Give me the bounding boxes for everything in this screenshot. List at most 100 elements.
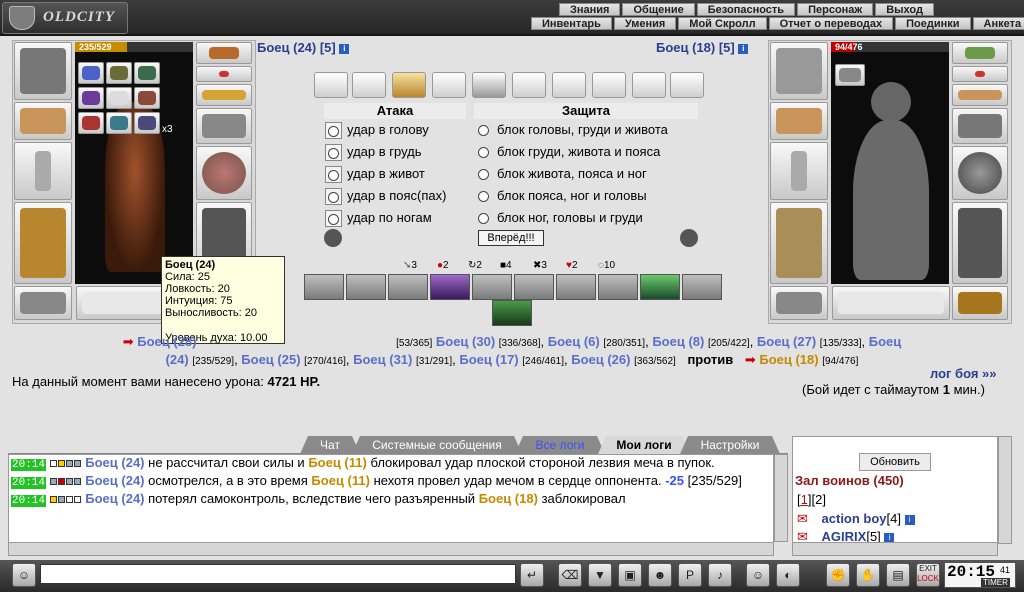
sound-icon[interactable]: ♪ bbox=[708, 563, 732, 587]
participant[interactable]: (24) bbox=[166, 352, 189, 367]
menu-inventory[interactable]: Инвентарь bbox=[531, 17, 612, 30]
gloves-slot[interactable] bbox=[196, 108, 252, 144]
room-vertical-scrollbar[interactable] bbox=[998, 436, 1012, 544]
gear-icon[interactable] bbox=[324, 229, 342, 247]
attack-chest[interactable]: удар в грудь bbox=[325, 142, 422, 162]
scroll-item[interactable] bbox=[134, 62, 160, 84]
skill-button[interactable] bbox=[556, 274, 596, 300]
fist-icon[interactable]: ✊ bbox=[826, 563, 850, 587]
belt-slot[interactable] bbox=[14, 286, 72, 320]
scroll-slot[interactable] bbox=[552, 72, 586, 98]
helmet-icon[interactable]: ◐ bbox=[776, 563, 800, 587]
potion-item[interactable] bbox=[78, 87, 104, 109]
enemy-title[interactable]: Боец (18) [5] i bbox=[656, 40, 749, 55]
attack-waist[interactable]: удар в пояс(пах) bbox=[325, 186, 446, 206]
menu-security[interactable]: Безопасность bbox=[696, 3, 796, 16]
menu-communication[interactable]: Общение bbox=[622, 3, 695, 16]
skill-button[interactable] bbox=[598, 274, 638, 300]
participant[interactable]: Боец (30) bbox=[436, 334, 495, 349]
enemy-shield-slot[interactable] bbox=[952, 146, 1008, 200]
menu-fights[interactable]: Поединки bbox=[895, 17, 971, 30]
menu-skills[interactable]: Умения bbox=[613, 17, 677, 30]
attack-belly[interactable]: удар в живот bbox=[325, 164, 425, 184]
exit-icon[interactable]: EXIT LOCK bbox=[916, 563, 940, 587]
selected-item[interactable] bbox=[106, 87, 132, 109]
scroll-slot[interactable] bbox=[314, 72, 348, 98]
block-waist-legs-head[interactable]: блок пояса, ног и головы bbox=[478, 186, 647, 206]
log-vertical-scrollbar[interactable] bbox=[774, 454, 788, 542]
enemy-weapon-slot[interactable] bbox=[770, 142, 828, 200]
menu-transfer-report[interactable]: Отчет о переводах bbox=[768, 17, 894, 30]
participant[interactable]: Боец (17) bbox=[459, 352, 518, 367]
skill-button[interactable] bbox=[640, 274, 680, 300]
game-logo[interactable]: OLDCITY bbox=[2, 2, 128, 34]
skill-button[interactable] bbox=[682, 274, 722, 300]
menu-character[interactable]: Персонаж bbox=[797, 3, 874, 16]
tab-system-messages[interactable]: Системные сообщения bbox=[352, 436, 522, 454]
participant[interactable]: Боец (25) bbox=[241, 352, 300, 367]
potion-item[interactable] bbox=[78, 62, 104, 84]
participant[interactable]: Боец (27) bbox=[757, 334, 816, 349]
scroll-slot[interactable] bbox=[512, 72, 546, 98]
menu-knowledge[interactable]: Знания bbox=[559, 3, 621, 16]
emoji-icon[interactable]: ☺ bbox=[746, 563, 770, 587]
participant[interactable]: Боец (8) bbox=[652, 334, 704, 349]
room-horizontal-scrollbar[interactable] bbox=[792, 542, 998, 556]
participant[interactable]: Боец bbox=[869, 334, 902, 349]
scroll-item[interactable] bbox=[134, 87, 160, 109]
weapon-slot[interactable] bbox=[14, 142, 72, 200]
attack-head[interactable]: удар в голову bbox=[325, 120, 429, 140]
save-icon[interactable]: ▣ bbox=[618, 563, 642, 587]
forward-button[interactable]: Вперёд!!! bbox=[478, 230, 544, 246]
scroll-slot[interactable] bbox=[352, 72, 386, 98]
scroll-slot-active[interactable] bbox=[392, 72, 426, 98]
info-icon[interactable]: i bbox=[339, 43, 350, 54]
scroll-slot[interactable] bbox=[632, 72, 666, 98]
smiley-head-icon[interactable]: ☺ bbox=[12, 563, 36, 587]
gloves-icon[interactable]: ✋ bbox=[856, 563, 880, 587]
refresh-button[interactable]: Обновить bbox=[859, 453, 931, 471]
tab-my-logs[interactable]: Мои логи bbox=[598, 436, 690, 454]
skill-button[interactable] bbox=[472, 274, 512, 300]
amulet-slot[interactable] bbox=[196, 42, 252, 64]
scroll-item[interactable] bbox=[106, 62, 132, 84]
shield-slot[interactable] bbox=[196, 146, 252, 200]
ring-slots[interactable] bbox=[196, 84, 252, 106]
attack-legs[interactable]: удар по ногам bbox=[325, 208, 432, 228]
eye-scroll-slot[interactable] bbox=[472, 72, 506, 98]
menu-my-scroll[interactable]: Мой Скролл bbox=[678, 17, 767, 30]
enemy-amulet-slot[interactable] bbox=[952, 42, 1008, 64]
participant[interactable]: Боец (31) bbox=[353, 352, 412, 367]
room-user[interactable]: ✉ action boy[4] i bbox=[797, 511, 915, 527]
menu-profile[interactable]: Анкета bbox=[972, 17, 1024, 30]
participant[interactable]: Боец (6) bbox=[548, 334, 600, 349]
player-title[interactable]: Боец (24) [5] i bbox=[257, 40, 350, 55]
filter-icon[interactable]: ▼ bbox=[588, 563, 612, 587]
skill-button[interactable] bbox=[430, 274, 470, 300]
block-legs-head-chest[interactable]: блок ног, головы и груди bbox=[478, 208, 643, 228]
enemy-scroll-item[interactable] bbox=[835, 64, 865, 86]
skill-button[interactable] bbox=[514, 274, 554, 300]
helmet-slot[interactable] bbox=[14, 42, 72, 100]
skill-button[interactable] bbox=[346, 274, 386, 300]
tab-settings[interactable]: Настройки bbox=[680, 436, 780, 454]
block-chest-belly-waist[interactable]: блок груди, живота и пояса bbox=[478, 142, 660, 162]
tab-chat[interactable]: Чат bbox=[300, 436, 360, 454]
tab-all-logs[interactable]: Все логи bbox=[515, 436, 605, 454]
scroll-item[interactable] bbox=[134, 112, 160, 134]
scroll-item[interactable] bbox=[106, 112, 132, 134]
enemy-legs-slot[interactable] bbox=[952, 202, 1008, 284]
scroll-slot[interactable] bbox=[432, 72, 466, 98]
participant[interactable]: Боец (28) bbox=[137, 334, 196, 349]
enemy-helmet-slot[interactable] bbox=[770, 42, 828, 100]
skill-button[interactable] bbox=[304, 274, 344, 300]
battle-log-link[interactable]: лог боя »» bbox=[930, 366, 997, 381]
eraser-icon[interactable]: ⌫ bbox=[558, 563, 582, 587]
enemy-ring-slots[interactable] bbox=[952, 84, 1008, 106]
menu-exit[interactable]: Выход bbox=[875, 3, 934, 16]
scroll-slot[interactable] bbox=[592, 72, 626, 98]
block-belly-waist-legs[interactable]: блок живота, пояса и ног bbox=[478, 164, 647, 184]
enemy-empty-slots[interactable] bbox=[832, 286, 950, 320]
enemy-armor-slot[interactable] bbox=[770, 202, 828, 284]
translit-icon[interactable]: P bbox=[678, 563, 702, 587]
